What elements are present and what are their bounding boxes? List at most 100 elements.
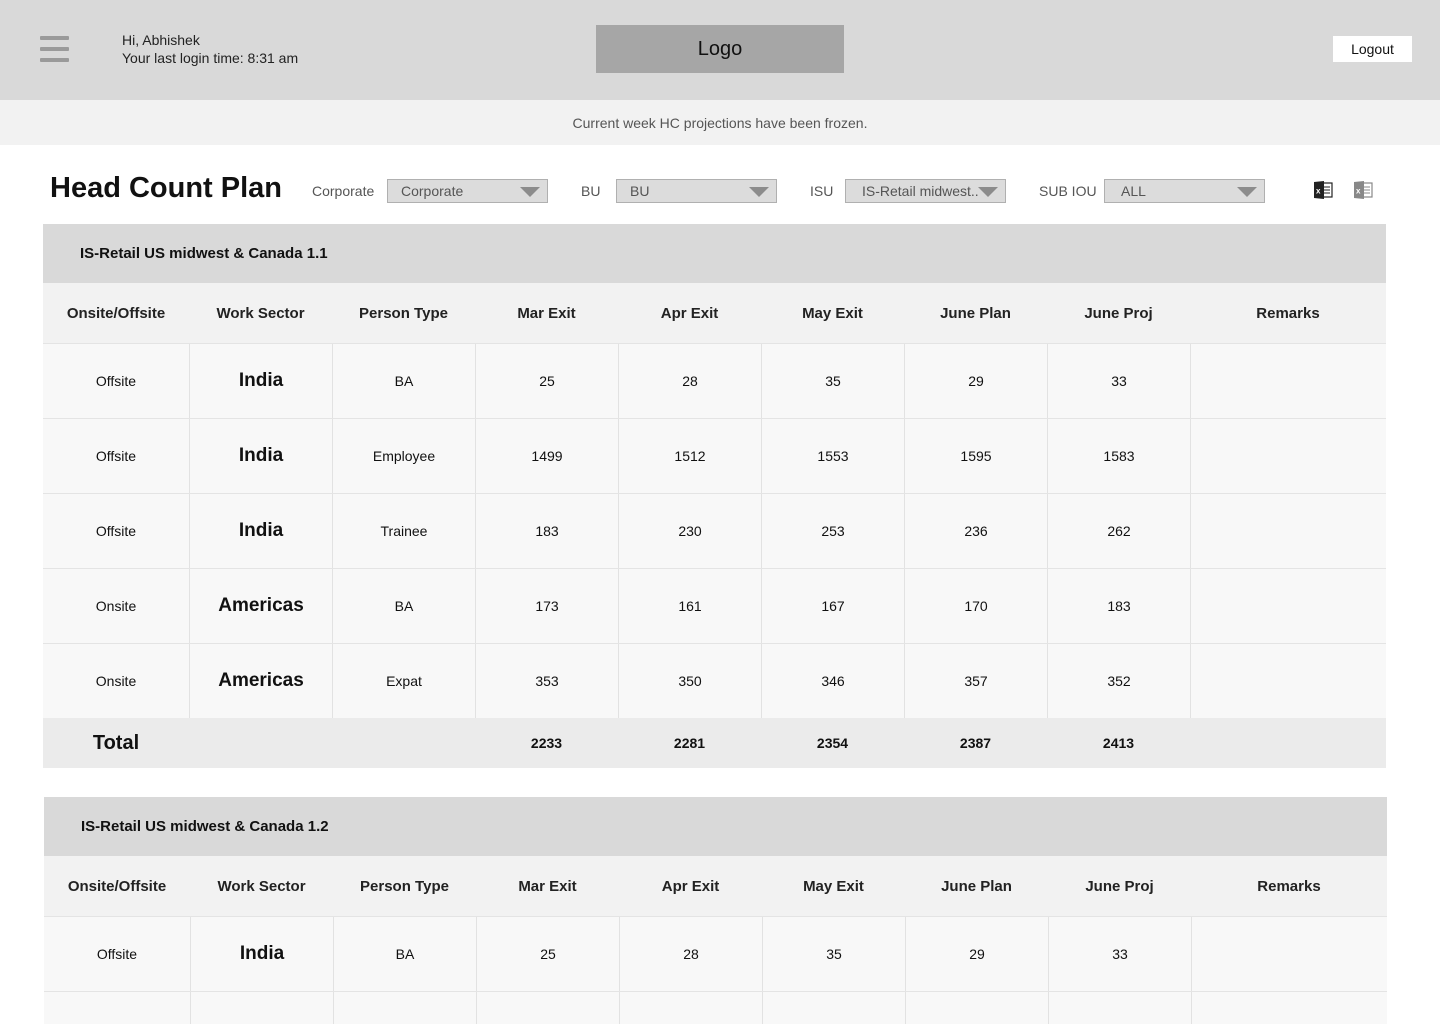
total-label: Total <box>92 731 140 754</box>
june-proj-cell[interactable]: 33 <box>1047 344 1190 418</box>
person-type-cell: Expat <box>332 644 475 718</box>
mar-exit-cell[interactable] <box>476 992 619 1024</box>
apr-exit-cell[interactable]: 161 <box>618 569 761 643</box>
june-plan-cell[interactable]: 236 <box>904 494 1047 568</box>
column-header: June Plan <box>941 877 1012 895</box>
remarks-cell[interactable] <box>1190 569 1386 643</box>
svg-text:x: x <box>1356 187 1361 196</box>
apr-exit-cell[interactable] <box>619 992 762 1024</box>
june-plan-cell[interactable]: 29 <box>905 917 1048 991</box>
remarks-cell[interactable] <box>1191 917 1387 991</box>
table-row: Offsite India BA 25 28 35 29 33 <box>43 343 1386 418</box>
may-exit-cell[interactable]: 35 <box>761 344 904 418</box>
site-cell: Offsite <box>95 448 137 464</box>
june-proj-total: 2413 <box>1102 735 1135 751</box>
corporate-dropdown[interactable]: Corporate <box>387 179 548 203</box>
logout-button[interactable]: Logout <box>1333 36 1412 62</box>
apr-exit-cell[interactable]: 28 <box>618 344 761 418</box>
headcount-table-1: IS-Retail US midwest & Canada 1.1 Onsite… <box>43 224 1386 768</box>
hamburger-menu-icon[interactable] <box>40 36 70 63</box>
june-plan-cell[interactable] <box>905 992 1048 1024</box>
column-header: June Proj <box>1084 304 1153 322</box>
top-bar: Hi, Abhishek Your last login time: 8:31 … <box>0 0 1440 100</box>
bu-dropdown[interactable]: BU <box>616 179 777 203</box>
apr-exit-cell[interactable]: 28 <box>619 917 762 991</box>
june-proj-cell[interactable]: 33 <box>1048 917 1191 991</box>
may-exit-cell[interactable] <box>762 992 905 1024</box>
june-plan-cell[interactable]: 170 <box>904 569 1047 643</box>
mar-exit-cell[interactable]: 1499 <box>475 419 618 493</box>
june-proj-cell[interactable]: 1583 <box>1047 419 1190 493</box>
table-title: IS-Retail US midwest & Canada 1.2 <box>44 797 1387 856</box>
remarks-cell[interactable] <box>1190 644 1386 718</box>
column-header: Work Sector <box>216 304 305 322</box>
site-cell: Offsite <box>95 373 137 389</box>
page-title: Head Count Plan <box>50 172 283 204</box>
site-cell: Offsite <box>96 946 138 962</box>
june-plan-cell[interactable]: 1595 <box>904 419 1047 493</box>
logo: Logo <box>596 25 844 73</box>
mar-exit-cell[interactable]: 183 <box>475 494 618 568</box>
mar-exit-total: 2233 <box>530 735 563 751</box>
excel-export-icon[interactable]: x <box>1313 181 1333 199</box>
person-type-cell: BA <box>333 917 476 991</box>
chevron-down-icon <box>1237 187 1257 197</box>
bu-dropdown-value: BU <box>630 183 650 199</box>
isu-dropdown-value: IS-Retail midwest.. <box>862 183 979 199</box>
user-greeting: Hi, Abhishek Your last login time: 8:31 … <box>122 31 298 67</box>
apr-exit-total: 2281 <box>673 735 706 751</box>
sector-cell: India <box>190 917 333 991</box>
column-header: Mar Exit <box>518 877 577 895</box>
sub-iou-filter-label: SUB IOU <box>1039 183 1097 199</box>
table-row: Offsite India BA 25 28 35 29 33 <box>44 916 1387 991</box>
remarks-cell[interactable] <box>1190 344 1386 418</box>
may-exit-cell[interactable]: 1553 <box>761 419 904 493</box>
june-proj-cell[interactable]: 183 <box>1047 569 1190 643</box>
site-cell: Offsite <box>95 523 137 539</box>
may-exit-cell[interactable]: 35 <box>762 917 905 991</box>
site-cell: Onsite <box>95 673 137 689</box>
mar-exit-cell[interactable]: 25 <box>475 344 618 418</box>
column-header: Remarks <box>1256 304 1320 322</box>
sector-cell: India <box>189 344 332 418</box>
may-exit-cell[interactable]: 167 <box>761 569 904 643</box>
svg-text:x: x <box>1316 187 1321 196</box>
column-header: Remarks <box>1257 877 1321 895</box>
person-type-cell: Employee <box>332 419 475 493</box>
chevron-down-icon <box>520 187 540 197</box>
june-plan-cell[interactable]: 29 <box>904 344 1047 418</box>
person-type-cell <box>333 992 476 1024</box>
person-type-cell: Trainee <box>332 494 475 568</box>
mar-exit-cell[interactable]: 353 <box>475 644 618 718</box>
sector-cell: India <box>189 419 332 493</box>
sector-cell <box>190 992 333 1024</box>
column-header: Onsite/Offsite <box>67 877 167 895</box>
mar-exit-cell[interactable]: 173 <box>475 569 618 643</box>
excel-export-disabled-icon[interactable]: x <box>1353 181 1373 199</box>
greeting-text: Hi, Abhishek <box>122 32 200 48</box>
apr-exit-cell[interactable]: 230 <box>618 494 761 568</box>
remarks-cell[interactable] <box>1190 419 1386 493</box>
table-header-row: Onsite/Offsite Work Sector Person Type M… <box>43 283 1386 343</box>
mar-exit-cell[interactable]: 25 <box>476 917 619 991</box>
column-header: May Exit <box>803 877 864 895</box>
empty-cell <box>189 718 332 768</box>
may-exit-cell[interactable]: 346 <box>761 644 904 718</box>
apr-exit-cell[interactable]: 350 <box>618 644 761 718</box>
apr-exit-cell[interactable]: 1512 <box>618 419 761 493</box>
chevron-down-icon <box>749 187 769 197</box>
june-proj-cell[interactable] <box>1048 992 1191 1024</box>
sector-cell: Americas <box>189 569 332 643</box>
column-header: Work Sector <box>217 877 306 895</box>
sub-iou-dropdown[interactable]: ALL <box>1104 179 1265 203</box>
may-exit-cell[interactable]: 253 <box>761 494 904 568</box>
june-plan-cell[interactable]: 357 <box>904 644 1047 718</box>
remarks-cell[interactable] <box>1191 992 1387 1024</box>
june-proj-cell[interactable]: 262 <box>1047 494 1190 568</box>
isu-dropdown[interactable]: IS-Retail midwest.. <box>845 179 1006 203</box>
site-cell <box>44 992 190 1024</box>
june-proj-cell[interactable]: 352 <box>1047 644 1190 718</box>
last-login-text: Your last login time: 8:31 am <box>122 50 299 66</box>
column-header: Mar Exit <box>517 304 576 322</box>
remarks-cell[interactable] <box>1190 494 1386 568</box>
